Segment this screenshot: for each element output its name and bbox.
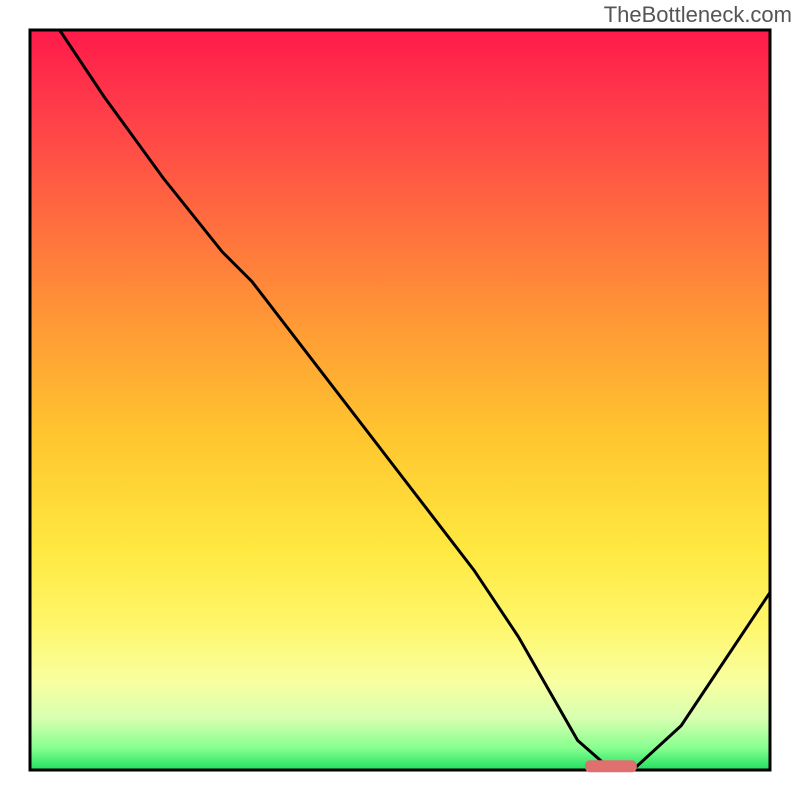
optimal-marker <box>585 760 637 772</box>
chart-container: { "watermark": "TheBottleneck.com", "cha… <box>0 0 800 800</box>
watermark-text: TheBottleneck.com <box>604 2 792 28</box>
bottleneck-chart <box>0 0 800 800</box>
gradient-background <box>30 30 770 770</box>
